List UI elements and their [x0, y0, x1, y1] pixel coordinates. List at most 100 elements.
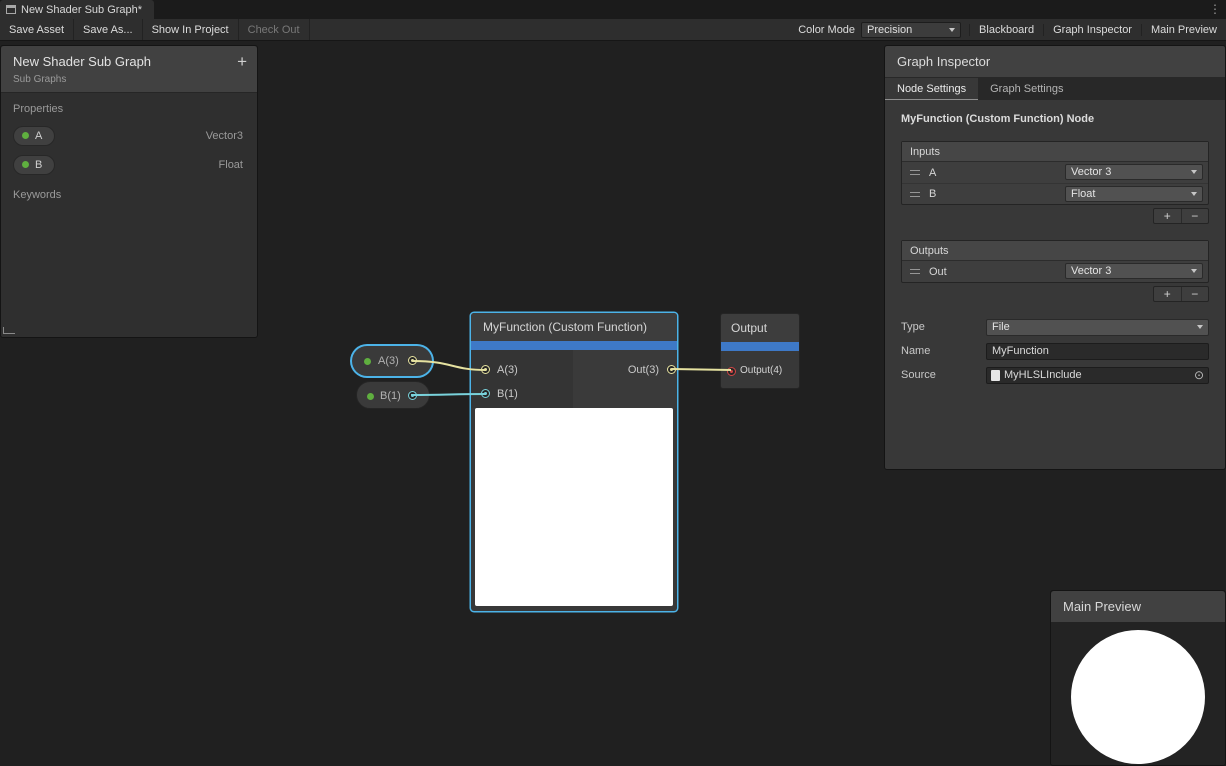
name-label: Name — [901, 345, 986, 357]
remove-output-button[interactable]: − — [1182, 287, 1209, 301]
inputs-box: Inputs A Vector 3 B Float — [901, 141, 1209, 205]
node-output[interactable]: Output Output(4) — [720, 313, 800, 389]
node-port-area: A(3) B(1) Out(3) — [471, 350, 677, 408]
dropdown-arrow-icon — [1191, 192, 1197, 196]
tab-node-settings[interactable]: Node Settings — [885, 78, 978, 100]
blackboard-header: New Shader Sub Graph Sub Graphs + — [1, 46, 257, 93]
input-port-b[interactable] — [481, 389, 490, 398]
property-pill[interactable]: B — [13, 155, 55, 175]
property-pill[interactable]: A — [13, 126, 55, 146]
output-out-type-dropdown[interactable]: Vector 3 — [1065, 263, 1203, 279]
graph-inspector-toggle-button[interactable]: Graph Inspector — [1043, 24, 1141, 36]
precision-color-strip — [721, 342, 799, 351]
output-name: Out — [929, 266, 947, 278]
property-dot-icon — [22, 132, 29, 139]
blackboard-panel: New Shader Sub Graph Sub Graphs + Proper… — [0, 45, 258, 338]
property-row-a[interactable]: A Vector3 — [1, 121, 257, 150]
graph-inspector-title[interactable]: Graph Inspector — [885, 46, 1225, 78]
file-icon — [991, 370, 1000, 381]
main-preview-toggle-button[interactable]: Main Preview — [1141, 24, 1226, 36]
outputs-box-title: Outputs — [902, 241, 1208, 261]
source-value: MyHLSLInclude — [1004, 369, 1082, 381]
node-title[interactable]: Output — [721, 314, 799, 342]
main-preview-title[interactable]: Main Preview — [1051, 591, 1225, 622]
check-out-button: Check Out — [239, 19, 310, 40]
property-dot-icon — [367, 393, 374, 400]
drag-handle-icon[interactable] — [910, 192, 920, 197]
property-a-output-port[interactable] — [408, 356, 417, 365]
dropdown-arrow-icon — [949, 28, 955, 32]
main-preview-toggle-label: Main Preview — [1151, 24, 1217, 36]
name-input[interactable]: MyFunction — [986, 343, 1209, 360]
output-row-out[interactable]: Out Vector 3 — [902, 261, 1208, 282]
tab-graph-settings-label: Graph Settings — [990, 83, 1063, 95]
property-b-output-port[interactable] — [408, 391, 417, 400]
main-preview-panel: Main Preview — [1050, 590, 1226, 766]
drag-handle-icon[interactable] — [910, 269, 920, 274]
input-row-a[interactable]: A Vector 3 — [902, 162, 1208, 183]
inputs-list-controls: + − — [901, 208, 1209, 224]
property-node-b[interactable]: B(1) — [356, 381, 430, 409]
outputs-box: Outputs Out Vector 3 — [901, 240, 1209, 283]
output-out-type-value: Vector 3 — [1071, 265, 1111, 277]
inspected-node-header: MyFunction (Custom Function) Node — [901, 113, 1209, 125]
type-label: Type — [901, 321, 986, 333]
inspector-tabs: Node Settings Graph Settings — [885, 78, 1225, 100]
input-b-type-value: Float — [1071, 188, 1095, 200]
input-row-b[interactable]: B Float — [902, 183, 1208, 204]
input-a-type-dropdown[interactable]: Vector 3 — [1065, 164, 1203, 180]
input-b-type-dropdown[interactable]: Float — [1065, 186, 1203, 202]
object-picker-icon[interactable]: ⊙ — [1194, 368, 1204, 382]
property-node-label: A(3) — [378, 355, 399, 367]
type-dropdown[interactable]: File — [986, 319, 1209, 336]
save-asset-button[interactable]: Save Asset — [0, 19, 74, 40]
show-in-project-button[interactable]: Show In Project — [143, 19, 239, 40]
blackboard-toggle-button[interactable]: Blackboard — [969, 24, 1043, 36]
blackboard-toggle-label: Blackboard — [979, 24, 1034, 36]
color-mode-label: Color Mode — [792, 24, 861, 36]
property-type: Float — [219, 159, 243, 171]
keywords-section-label: Keywords — [13, 189, 245, 201]
save-asset-label: Save Asset — [9, 24, 64, 36]
blackboard-resize-handle[interactable] — [3, 327, 15, 334]
property-name: A — [35, 130, 42, 142]
output-port-out[interactable] — [667, 365, 676, 374]
shader-graph-window: New Shader Sub Graph* ⋮ Save Asset Save … — [0, 0, 1226, 766]
name-value: MyFunction — [992, 345, 1049, 357]
add-property-button[interactable]: + — [237, 53, 247, 71]
graph-inspector-toggle-label: Graph Inspector — [1053, 24, 1132, 36]
input-name: A — [929, 167, 936, 179]
add-output-button[interactable]: + — [1154, 287, 1182, 301]
property-dot-icon — [22, 161, 29, 168]
kebab-menu-icon[interactable]: ⋮ — [1209, 2, 1221, 17]
output-node-input-port[interactable] — [727, 367, 736, 376]
property-node-a[interactable]: A(3) — [352, 346, 432, 376]
type-value: File — [992, 321, 1010, 333]
tab-new-shader-sub-graph[interactable]: New Shader Sub Graph* — [0, 0, 154, 19]
input-port-a[interactable] — [481, 365, 490, 374]
name-field-row: Name MyFunction — [901, 342, 1209, 360]
outputs-list-controls: + − — [901, 286, 1209, 302]
property-node-label: B(1) — [380, 390, 401, 402]
property-name: B — [35, 159, 42, 171]
remove-input-button[interactable]: − — [1182, 209, 1209, 223]
input-port-b-label: B(1) — [497, 388, 518, 400]
source-object-field[interactable]: MyHLSLInclude ⊙ — [986, 367, 1209, 384]
input-name: B — [929, 188, 936, 200]
property-type: Vector3 — [206, 130, 243, 142]
node-myfunction[interactable]: MyFunction (Custom Function) A(3) B(1) O… — [471, 313, 677, 611]
toolbar: Save Asset Save As... Show In Project Ch… — [0, 19, 1226, 41]
source-field-row: Source MyHLSLInclude ⊙ — [901, 366, 1209, 384]
add-input-button[interactable]: + — [1154, 209, 1182, 223]
toolbar-right-group: Color Mode Precision Blackboard Graph In… — [792, 19, 1226, 40]
color-mode-dropdown[interactable]: Precision — [861, 22, 961, 38]
input-a-type-value: Vector 3 — [1071, 166, 1111, 178]
save-as-button[interactable]: Save As... — [74, 19, 143, 40]
inputs-box-title: Inputs — [902, 142, 1208, 162]
properties-section-label: Properties — [13, 103, 245, 115]
dropdown-arrow-icon — [1191, 269, 1197, 273]
drag-handle-icon[interactable] — [910, 170, 920, 175]
tab-graph-settings[interactable]: Graph Settings — [978, 78, 1075, 100]
node-title[interactable]: MyFunction (Custom Function) — [471, 313, 677, 341]
property-row-b[interactable]: B Float — [1, 150, 257, 179]
